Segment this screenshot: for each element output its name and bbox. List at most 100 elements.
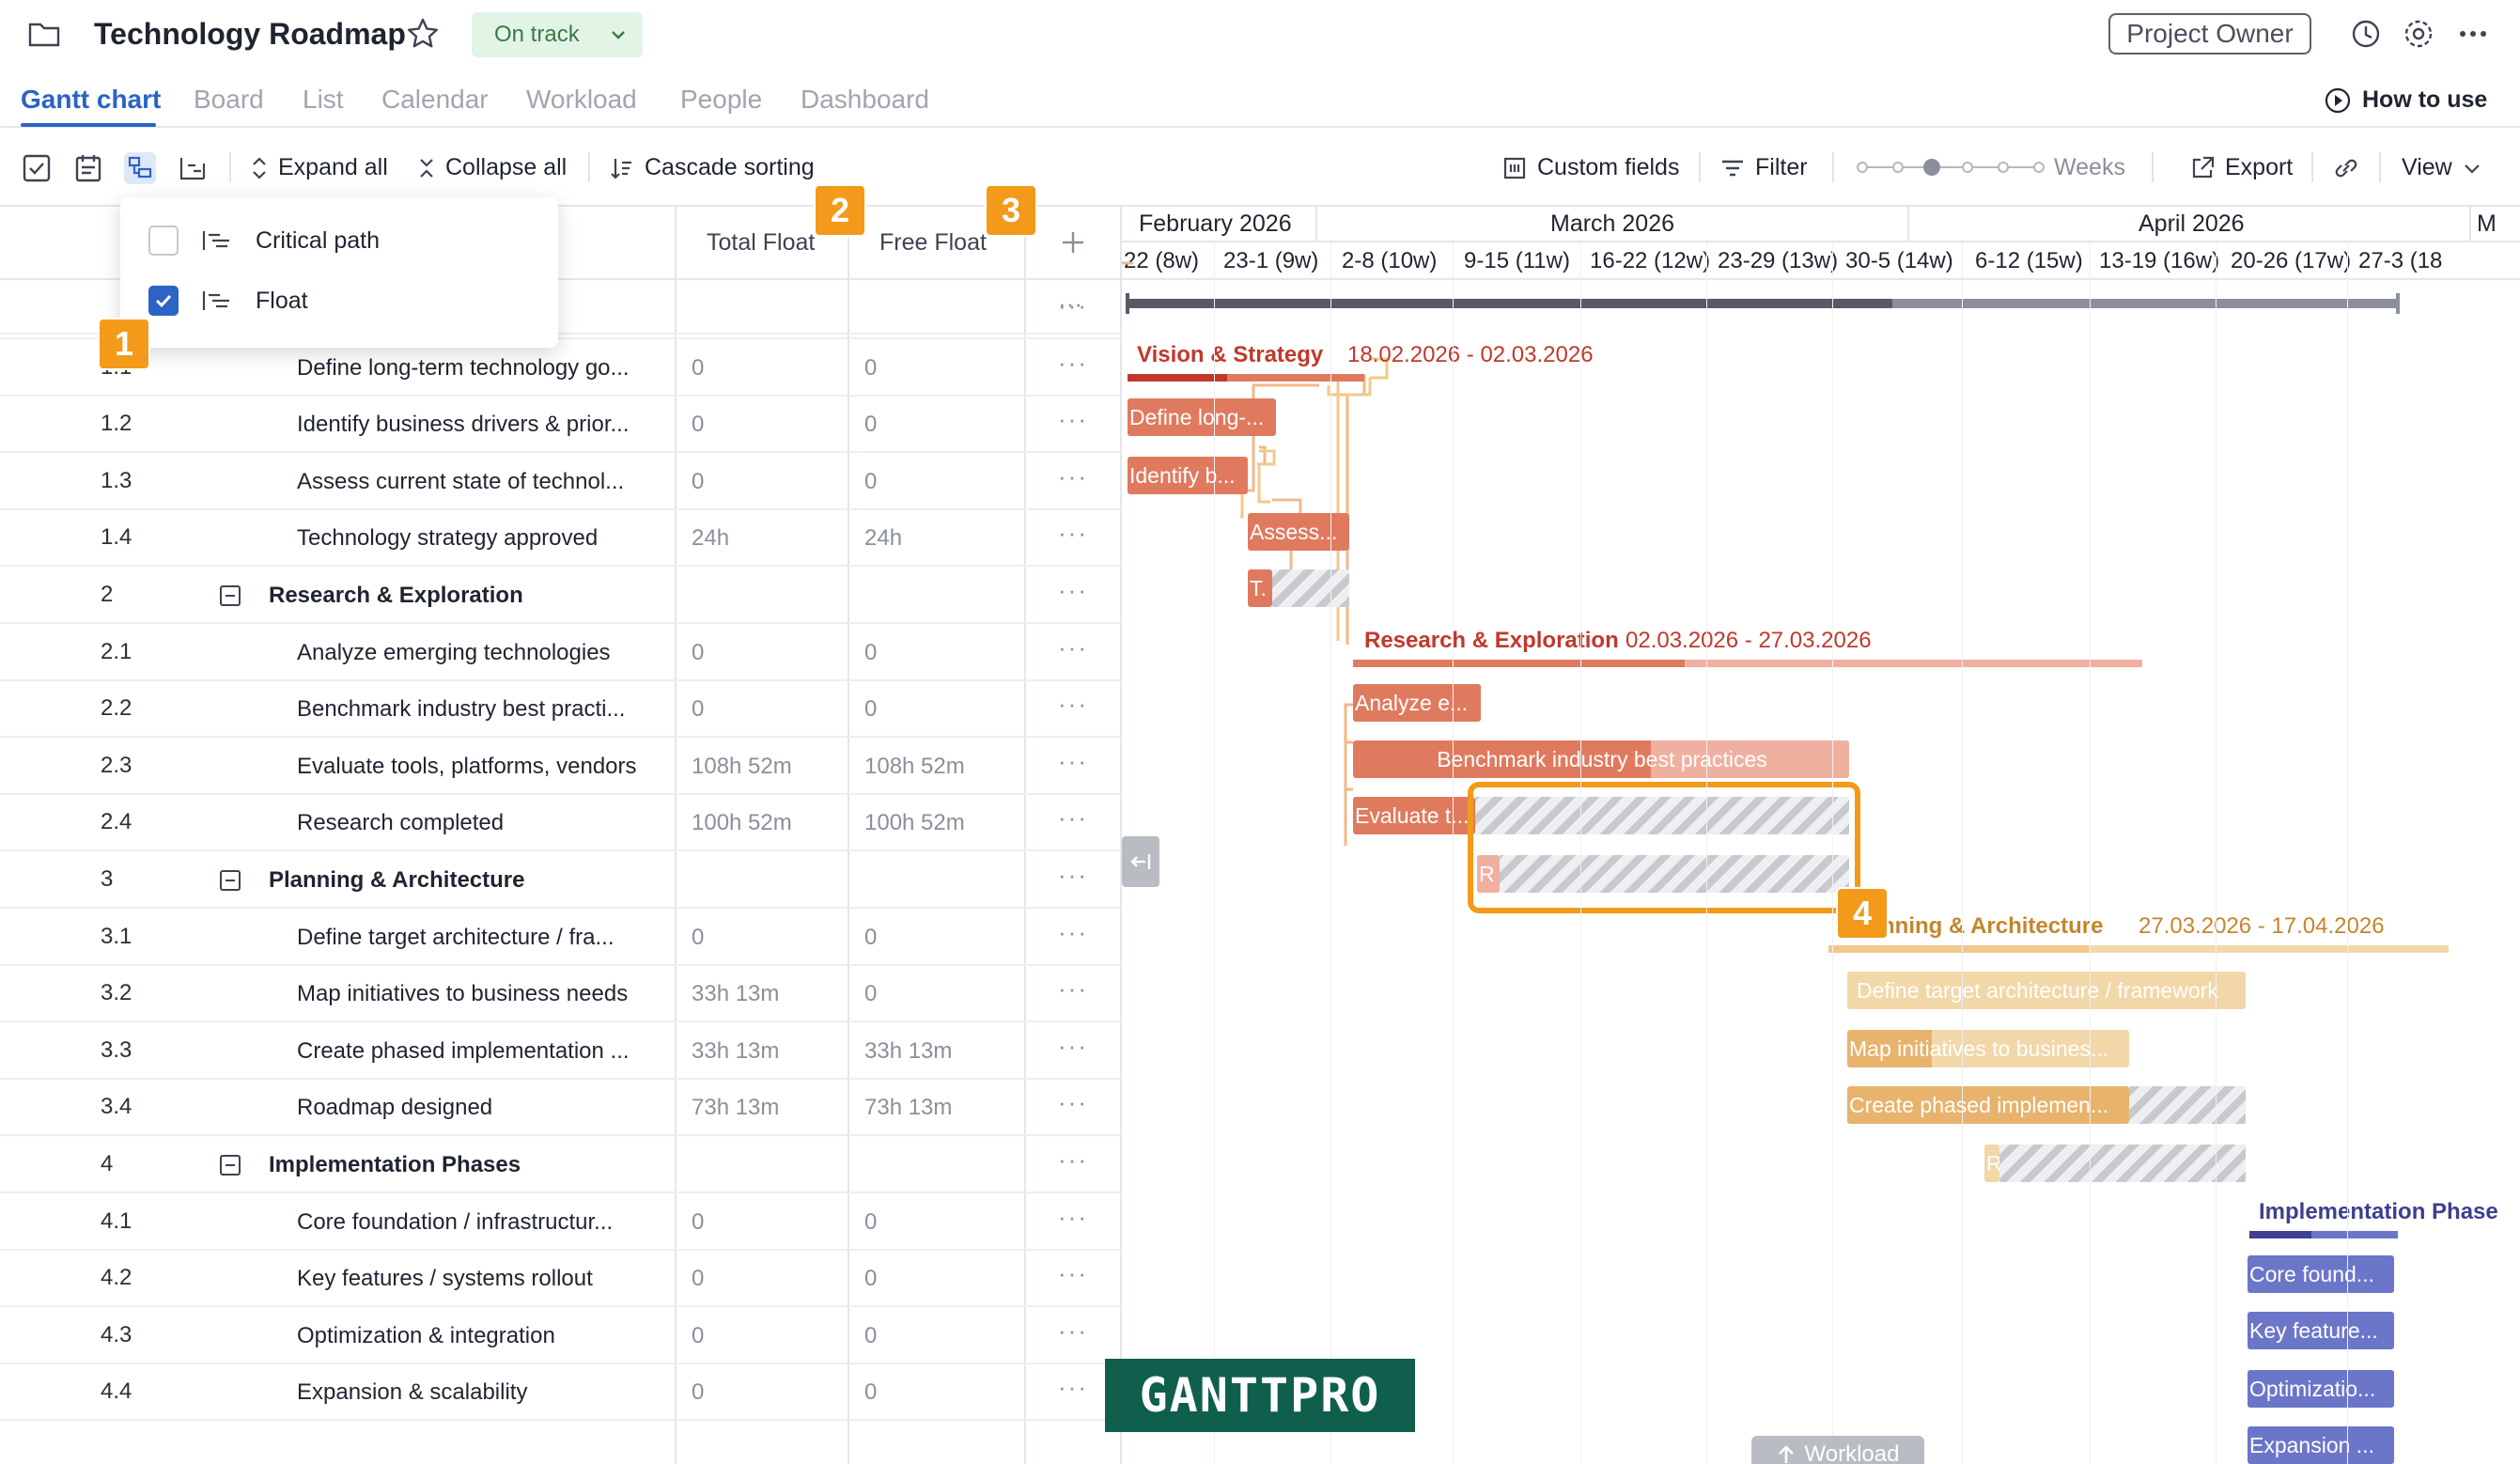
task-name[interactable]: Research & Exploration <box>269 583 523 609</box>
task-bar[interactable]: Benchmark industry best practices <box>1353 740 1849 778</box>
task-name[interactable]: Research completed <box>297 810 504 836</box>
task-bar[interactable]: T. <box>1248 569 1272 607</box>
float-option[interactable]: Float <box>148 286 308 316</box>
row-menu-icon[interactable]: ··· <box>1058 519 1088 548</box>
free-float-header[interactable]: Free Float <box>879 229 987 257</box>
row-menu-icon[interactable]: ··· <box>1058 1259 1088 1288</box>
task-row[interactable]: 2.3 Evaluate tools, platforms, vendors 108… <box>0 738 1122 795</box>
collapse-group-icon[interactable] <box>220 585 241 606</box>
status-dropdown[interactable]: On track <box>472 12 643 57</box>
task-name[interactable]: Optimization & integration <box>297 1323 555 1349</box>
task-name[interactable]: Expansion & scalability <box>297 1379 527 1406</box>
row-menu-icon[interactable]: ··· <box>1058 690 1088 719</box>
group-bar-label[interactable]: nning & Architecture <box>1881 913 2103 940</box>
group-bar-label[interactable]: Vision & Strategy <box>1137 342 1323 368</box>
star-icon[interactable] <box>406 17 440 51</box>
row-menu-icon[interactable]: ··· <box>1058 1203 1088 1232</box>
checkbox-view-icon[interactable] <box>21 152 53 184</box>
task-bar[interactable]: R <box>1984 1145 1999 1182</box>
task-bar[interactable]: Create phased implemen... <box>1847 1086 2129 1124</box>
row-menu-icon[interactable]: ··· <box>1058 747 1088 776</box>
task-name[interactable]: Technology strategy approved <box>297 525 598 552</box>
row-menu-icon[interactable]: ··· <box>1058 349 1088 378</box>
critical-path-checkbox[interactable] <box>148 226 179 256</box>
row-menu-icon[interactable]: ··· <box>1058 1032 1088 1061</box>
task-bar[interactable]: Map initiatives to busines... <box>1847 1030 2129 1067</box>
task-row[interactable]: 4.1 Core foundation / infrastructur... 0 0 ·… <box>0 1193 1122 1251</box>
view-dropdown[interactable]: View <box>2402 154 2482 181</box>
task-name[interactable]: Identify business drivers & prior... <box>297 412 629 438</box>
task-bar[interactable]: Identify b... <box>1128 457 1248 494</box>
row-menu-icon[interactable]: ··· <box>1058 289 1082 319</box>
task-bar[interactable]: Core found... <box>2248 1255 2394 1293</box>
task-name[interactable]: Define target architecture / fra... <box>297 925 614 951</box>
float-checkbox[interactable] <box>148 286 179 316</box>
task-name[interactable]: Planning & Architecture <box>269 867 524 894</box>
collapse-grid-button[interactable] <box>1122 836 1159 887</box>
task-row[interactable]: 4.3 Optimization & integration 0 0 ··· <box>0 1307 1122 1364</box>
row-menu-icon[interactable]: ··· <box>1058 405 1088 434</box>
row-menu-icon[interactable]: ··· <box>1058 1373 1088 1402</box>
task-row[interactable]: 3.3 Create phased implementation ... 33h 1… <box>0 1022 1122 1080</box>
gear-icon[interactable] <box>2402 17 2435 51</box>
row-menu-icon[interactable]: ··· <box>1058 1316 1088 1346</box>
tab-people[interactable]: People <box>680 85 762 115</box>
cascade-sorting-button[interactable]: Cascade sorting <box>609 154 815 181</box>
filter-button[interactable]: Filter <box>1719 154 1808 181</box>
task-row[interactable]: 1.2 Identify business drivers & prior... 0… <box>0 396 1122 454</box>
float-settings-icon[interactable] <box>124 152 156 184</box>
row-menu-icon[interactable]: ··· <box>1058 803 1088 833</box>
task-name[interactable]: Implementation Phases <box>269 1152 521 1178</box>
task-bar[interactable]: Expansion ... <box>2248 1426 2394 1464</box>
task-name[interactable]: Core foundation / infrastructur... <box>297 1209 613 1236</box>
task-name[interactable]: Analyze emerging technologies <box>297 640 611 666</box>
task-name[interactable]: Map initiatives to business needs <box>297 981 628 1007</box>
folder-icon[interactable] <box>28 21 60 47</box>
row-menu-icon[interactable]: ··· <box>1058 918 1088 947</box>
critical-path-option[interactable]: Critical path <box>148 226 380 256</box>
tab-dashboard[interactable]: Dashboard <box>801 85 929 115</box>
link-icon[interactable] <box>2330 152 2362 184</box>
task-bar[interactable]: Define target architecture / framework <box>1847 972 2246 1009</box>
project-owner-button[interactable]: Project Owner <box>2108 13 2311 55</box>
group-bar-label[interactable]: Implementation Phase <box>2259 1199 2498 1225</box>
more-icon[interactable] <box>2456 17 2490 51</box>
how-to-use-link[interactable]: How to use <box>2325 86 2487 114</box>
task-row[interactable]: 3.4 Roadmap designed 73h 13m 73h 13m ··· <box>0 1079 1122 1137</box>
collapse-all-button[interactable]: Collapse all <box>417 154 567 181</box>
task-row[interactable]: 3.2 Map initiatives to business needs 33h … <box>0 965 1122 1023</box>
total-float-header[interactable]: Total Float <box>707 229 815 257</box>
task-row[interactable]: 2.1 Analyze emerging technologies 0 0 ··· <box>0 624 1122 681</box>
task-bar[interactable]: Analyze e... <box>1353 684 1481 722</box>
row-menu-icon[interactable]: ··· <box>1058 861 1088 890</box>
task-name[interactable]: Assess current state of technol... <box>297 469 624 495</box>
expand-all-button[interactable]: Expand all <box>250 154 388 181</box>
task-bar[interactable]: Evaluate t... <box>1353 797 1475 834</box>
group-row[interactable]: 4 Implementation Phases ··· <box>0 1136 1122 1193</box>
task-name[interactable]: Define long-term technology go... <box>297 355 630 382</box>
tab-list[interactable]: List <box>303 85 344 115</box>
calendar-icon[interactable] <box>73 152 105 184</box>
task-row[interactable]: 1.4 Technology strategy approved 24h 24h ··· <box>0 509 1122 568</box>
task-name[interactable]: Key features / systems rollout <box>297 1266 593 1292</box>
task-bar[interactable]: Optimizatio... <box>2248 1370 2394 1408</box>
tab-workload[interactable]: Workload <box>526 85 637 115</box>
tab-calendar[interactable]: Calendar <box>381 85 489 115</box>
custom-fields-button[interactable]: Custom fields <box>1501 154 1679 181</box>
baseline-icon[interactable] <box>177 152 209 184</box>
group-row[interactable]: 2 Research & Exploration ··· <box>0 567 1122 624</box>
task-bar[interactable]: Define long-... <box>1128 398 1276 436</box>
task-bar[interactable]: Key feature... <box>2248 1312 2394 1349</box>
group-row[interactable]: 3 Planning & Architecture ··· <box>0 851 1122 909</box>
task-row[interactable]: 3.1 Define target architecture / fra... 0 0… <box>0 909 1122 966</box>
row-menu-icon[interactable]: ··· <box>1058 974 1088 1004</box>
row-menu-icon[interactable]: ··· <box>1058 462 1088 491</box>
task-name[interactable]: Roadmap designed <box>297 1095 492 1121</box>
row-menu-icon[interactable]: ··· <box>1058 1145 1088 1175</box>
row-menu-icon[interactable]: ··· <box>1058 576 1088 605</box>
zoom-slider[interactable] <box>1857 158 2045 177</box>
export-button[interactable]: Export <box>2189 154 2293 181</box>
task-bar[interactable]: Assess... <box>1248 513 1349 551</box>
add-column-icon[interactable] <box>1060 229 1086 256</box>
row-menu-icon[interactable]: ··· <box>1058 1088 1088 1117</box>
